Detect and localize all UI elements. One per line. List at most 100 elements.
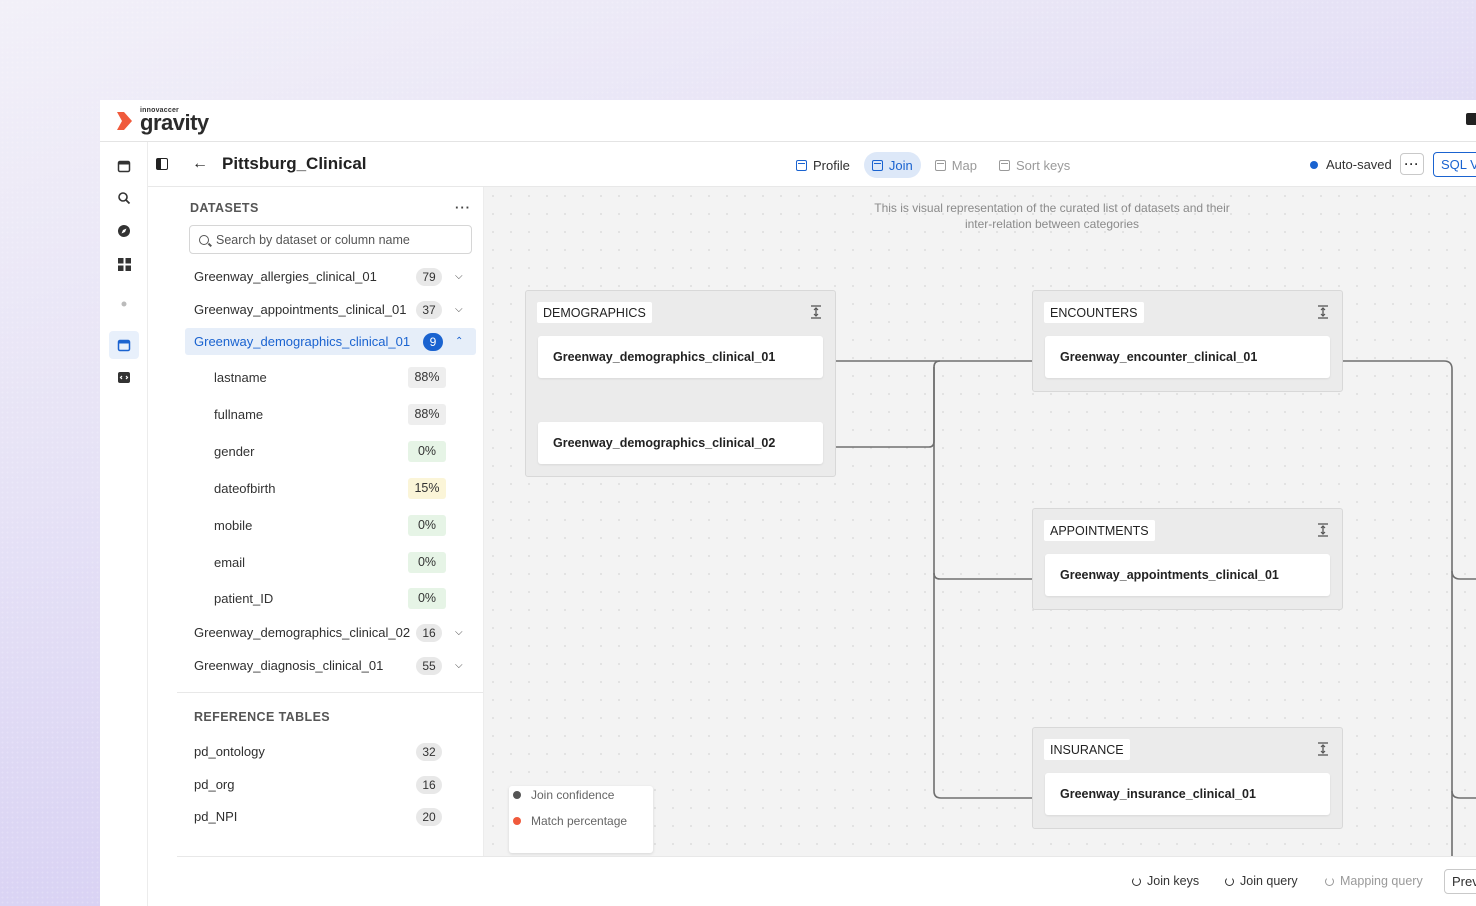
dataset-item[interactable]: Greenway_diagnosis_clinical_01 55 ⌵	[185, 652, 476, 679]
column-name: lastname	[214, 369, 267, 385]
dataset-count-badge: 37	[416, 300, 442, 319]
table-card[interactable]: Greenway_demographics_clinical_01	[538, 336, 823, 378]
column-name: mobile	[214, 517, 253, 533]
dataset-count-badge: 16	[416, 623, 442, 642]
mapping-query-button[interactable]: Mapping query	[1325, 874, 1423, 888]
join-keys-button[interactable]: Join keys	[1132, 874, 1199, 888]
column-row[interactable]: mobile 0%	[214, 513, 446, 537]
dataset-count-badge: 9	[423, 332, 443, 351]
dataset-item[interactable]: Greenway_appointments_clinical_01 37 ⌵	[185, 296, 476, 323]
dataset-name: Greenway_demographics_clinical_01	[194, 334, 411, 349]
more-options-button[interactable]: ···	[1400, 153, 1424, 175]
column-name: email	[214, 554, 246, 570]
tab-label: Sort keys	[1016, 157, 1071, 173]
group-label: APPOINTMENTS	[1044, 520, 1155, 541]
dataset-item-selected[interactable]: Greenway_demographics_clinical_01 9 ⌃	[185, 328, 476, 355]
tab-label: Profile	[813, 157, 850, 173]
rail-search-icon[interactable]	[109, 184, 139, 212]
column-row[interactable]: gender 0%	[214, 439, 446, 463]
group-label: INSURANCE	[1044, 739, 1130, 760]
rail-calendar-icon[interactable]	[109, 152, 139, 180]
tab-map[interactable]: Map	[927, 152, 985, 178]
dataset-name: Greenway_diagnosis_clinical_01	[194, 658, 384, 673]
section-divider	[177, 692, 483, 693]
page-header: ← Pittsburg_Clinical Profile Join Map So…	[148, 142, 1476, 187]
match-percentage: 88%	[408, 403, 446, 425]
chevron-down-icon[interactable]: ⌵	[455, 304, 463, 315]
chat-icon[interactable]	[1466, 113, 1476, 125]
chevron-down-icon[interactable]: ⌵	[455, 627, 463, 638]
group-label: ENCOUNTERS	[1044, 302, 1144, 323]
column-row[interactable]: email 0%	[214, 550, 446, 574]
preview-button[interactable]: Prev	[1444, 869, 1476, 894]
page-title: Pittsburg_Clinical	[222, 154, 367, 173]
join-query-button[interactable]: Join query	[1225, 874, 1298, 888]
rail-grid-icon[interactable]	[109, 250, 139, 278]
reference-tables-title: REFERENCE TABLES	[194, 710, 331, 724]
datasets-menu-button[interactable]: ···	[455, 200, 471, 215]
tab-label: Map	[951, 157, 978, 173]
chevron-down-icon[interactable]: ⌵	[455, 271, 463, 282]
dataset-count-badge: 55	[416, 656, 442, 675]
logo: innovaccer gravity	[110, 107, 209, 134]
table-card[interactable]: Greenway_encounter_clinical_01	[1045, 336, 1330, 378]
datasets-title: DATASETS	[190, 200, 259, 215]
canvas-legend: Join confidence Match percentage	[509, 786, 653, 853]
expand-vertical-icon[interactable]	[811, 305, 821, 319]
group-label: DEMOGRAPHICS	[537, 302, 652, 323]
dataset-name: Greenway_demographics_clinical_02	[194, 625, 411, 640]
reference-count-badge: 16	[416, 775, 442, 794]
dataset-name: Greenway_allergies_clinical_01	[194, 269, 377, 284]
dataset-search-input[interactable]: Search by dataset or column name	[189, 225, 472, 254]
column-name: patient_ID	[214, 590, 274, 606]
match-percentage: 15%	[408, 477, 446, 499]
refresh-icon	[1325, 876, 1334, 886]
match-percentage: 0%	[408, 587, 446, 609]
expand-vertical-icon[interactable]	[1318, 523, 1328, 537]
left-rail	[100, 142, 148, 906]
logo-wordmark: gravity	[140, 110, 209, 135]
rail-calendar-active-icon[interactable]	[109, 331, 139, 359]
tab-label: Join	[888, 157, 913, 173]
column-name: gender	[214, 443, 255, 459]
mapping-query-label: Mapping query	[1340, 874, 1423, 888]
calendar-icon	[934, 159, 946, 171]
column-row[interactable]: fullname 88%	[214, 402, 446, 426]
expand-vertical-icon[interactable]	[1318, 742, 1328, 756]
group-insurance: INSURANCE Greenway_insurance_clinical_01	[1032, 727, 1343, 829]
join-canvas[interactable]: This is visual representation of the cur…	[484, 187, 1476, 856]
sql-view-button[interactable]: SQL V	[1433, 152, 1476, 177]
reference-count-badge: 32	[416, 742, 442, 761]
chevron-up-icon[interactable]: ⌃	[455, 336, 463, 347]
calendar-icon	[871, 159, 883, 171]
expand-vertical-icon[interactable]	[1318, 305, 1328, 319]
tab-profile[interactable]: Profile	[788, 152, 858, 178]
reference-item[interactable]: pd_org 16	[185, 771, 476, 798]
tab-join[interactable]: Join	[863, 152, 921, 178]
reference-item[interactable]: pd_ontology 32	[185, 738, 476, 765]
tab-bar: Profile Join Map Sort keys	[788, 152, 1078, 178]
legend-dot-icon	[513, 791, 521, 799]
column-row[interactable]: patient_ID 0%	[214, 586, 446, 610]
column-row[interactable]: lastname 88%	[214, 365, 446, 389]
chevron-down-icon[interactable]: ⌵	[455, 660, 463, 671]
group-appointments: APPOINTMENTS Greenway_appointments_clini…	[1032, 508, 1343, 610]
table-card[interactable]: Greenway_appointments_clinical_01	[1045, 554, 1330, 596]
back-arrow-icon[interactable]: ←	[192, 155, 208, 173]
table-card[interactable]: Greenway_demographics_clinical_02	[538, 422, 823, 464]
reference-item[interactable]: pd_NPI 20	[185, 803, 476, 830]
autosave-label: Auto-saved	[1326, 157, 1392, 172]
join-query-label: Join query	[1240, 874, 1298, 888]
rail-compass-icon[interactable]	[109, 217, 139, 245]
dataset-item[interactable]: Greenway_demographics_clinical_02 16 ⌵	[185, 619, 476, 646]
table-card[interactable]: Greenway_insurance_clinical_01	[1045, 773, 1330, 815]
reference-name: pd_org	[194, 777, 235, 792]
column-name: fullname	[214, 406, 264, 422]
column-row[interactable]: dateofbirth 15%	[214, 476, 446, 500]
tab-sort-keys[interactable]: Sort keys	[991, 152, 1078, 178]
group-encounters: ENCOUNTERS Greenway_encounter_clinical_0…	[1032, 290, 1343, 392]
dataset-item[interactable]: Greenway_allergies_clinical_01 79 ⌵	[185, 263, 476, 290]
panel-toggle-icon[interactable]	[156, 158, 168, 170]
legend-item: Join confidence	[513, 788, 614, 802]
rail-code-icon[interactable]	[109, 363, 139, 391]
